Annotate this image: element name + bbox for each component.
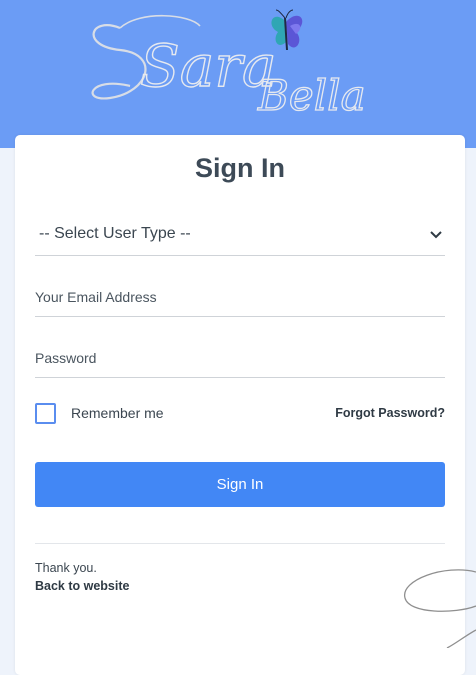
- page-title: Sign In: [195, 153, 285, 183]
- user-type-value: -- Select User Type --: [39, 225, 191, 242]
- sign-in-button[interactable]: Sign In: [35, 462, 445, 507]
- header-banner: Sara Bella: [0, 0, 476, 148]
- email-placeholder: Your Email Address: [35, 289, 157, 305]
- remember-me-label[interactable]: Remember me: [71, 405, 164, 421]
- svg-text:Sara: Sara: [140, 32, 277, 100]
- svg-text:Bella: Bella: [257, 71, 366, 118]
- password-placeholder: Password: [35, 350, 97, 366]
- remember-me-checkbox[interactable]: [35, 403, 56, 424]
- password-field[interactable]: Password: [35, 337, 445, 378]
- sarabella-logo: Sara Bella: [91, 9, 366, 118]
- forgot-password-link[interactable]: Forgot Password?: [335, 406, 445, 420]
- decorative-swirl: [404, 569, 476, 648]
- thank-you-text: Thank you.: [35, 561, 97, 575]
- user-type-select[interactable]: -- Select User Type --: [35, 215, 445, 256]
- chevron-down-icon: [430, 231, 442, 239]
- divider: [35, 543, 445, 544]
- back-to-website-link[interactable]: Back to website: [35, 579, 129, 593]
- email-field[interactable]: Your Email Address: [35, 276, 445, 317]
